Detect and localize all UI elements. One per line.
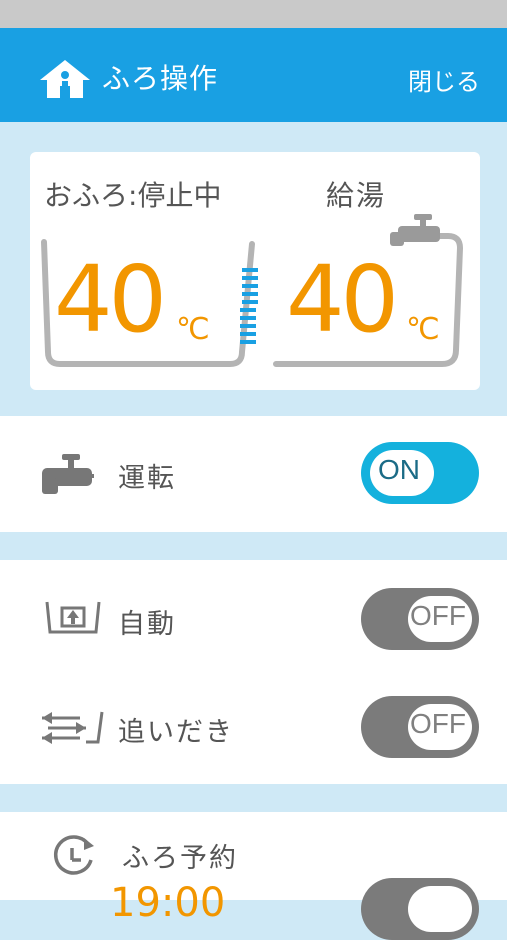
bath-reservation-group: ふろ予約 — [0, 812, 507, 940]
operation-label: 運転 — [118, 463, 176, 494]
reheat-toggle[interactable]: OFF — [361, 696, 479, 758]
app-header: ふろ操作 閉じる — [0, 28, 507, 122]
toggle-knob — [408, 886, 472, 932]
operation-row: 運転 ON — [0, 416, 507, 532]
status-bar — [0, 0, 507, 28]
bath-temperature-unit: ℃ — [176, 312, 210, 347]
auto-toggle[interactable]: OFF — [361, 588, 479, 650]
home-icon[interactable] — [38, 58, 92, 100]
faucet-icon — [42, 454, 94, 494]
reserve-toggle[interactable] — [361, 878, 479, 940]
reheat-label: 追いだき — [118, 717, 234, 748]
supply-faucet-icon — [390, 214, 440, 246]
operation-toggle[interactable]: ON — [361, 442, 479, 504]
timer-icon — [53, 835, 94, 875]
close-button[interactable]: 閉じる — [408, 62, 480, 97]
reheat-toggle-state: OFF — [410, 708, 466, 739]
page-title: ふろ操作 — [102, 62, 219, 95]
reserve-time[interactable]: 19:00 — [110, 880, 225, 926]
auto-reheat-group: 自動 OFF 追いだき OFF — [0, 560, 507, 784]
reheat-icon — [42, 711, 104, 744]
auto-label: 自動 — [118, 609, 176, 640]
temperature-status-card: おふろ:停止中 給湯 40 ℃ 40 ℃ — [30, 152, 480, 390]
supply-temperature-unit: ℃ — [406, 312, 440, 347]
auto-fill-icon — [45, 601, 101, 634]
operation-toggle-state: ON — [378, 454, 420, 485]
bath-temperature: 40 — [54, 246, 167, 353]
reserve-label: ふろ予約 — [122, 843, 238, 874]
auto-toggle-state: OFF — [410, 600, 466, 631]
supply-temperature: 40 — [286, 246, 399, 353]
